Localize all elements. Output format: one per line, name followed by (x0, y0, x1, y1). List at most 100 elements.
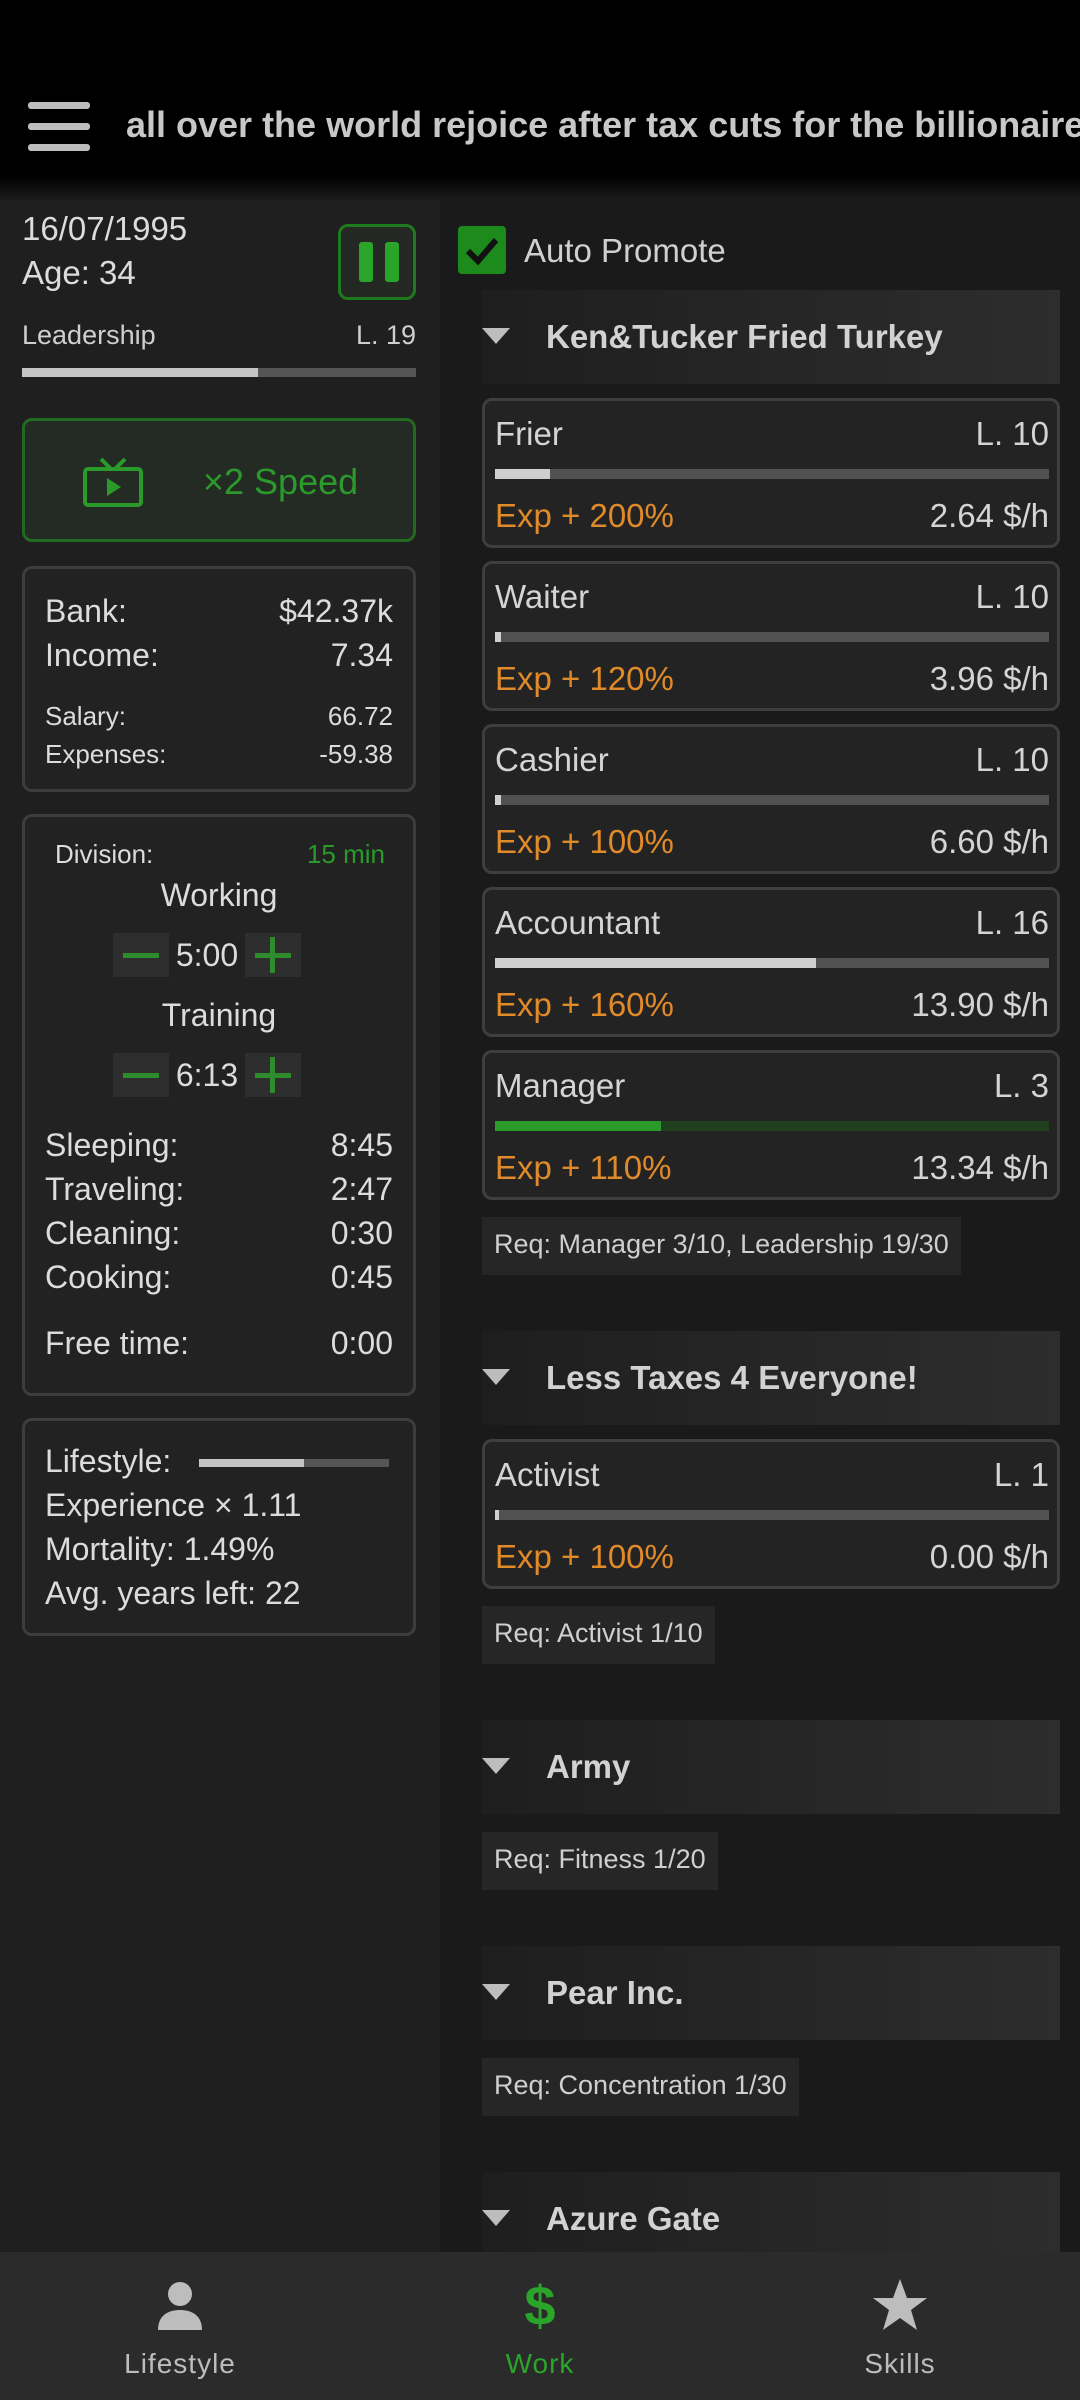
income-label: Income: (45, 637, 159, 673)
division-label: Division: (55, 839, 154, 869)
job-name: Frier (495, 415, 563, 452)
company-name: Ken&Tucker Fried Turkey (546, 318, 943, 355)
auto-promote-checkbox[interactable] (458, 226, 506, 274)
job-card[interactable]: Waiter L. 10 Exp + 120% 3.96 $/h (482, 561, 1060, 711)
lifestyle-bar-fill (199, 1459, 304, 1467)
working-label: Working (160, 877, 278, 913)
nav-skills[interactable]: Skills (720, 2252, 1080, 2400)
finance-card: Bank: $42.37k Income: 7.34 Salary: 66.72… (22, 566, 416, 792)
company-requirement: Req: Manager 3/10, Leadership 19/30 (482, 1217, 961, 1275)
skill-progress-fill (22, 368, 259, 377)
bank-label: Bank: (45, 593, 127, 629)
job-progress-fill (495, 795, 501, 805)
job-exp-bonus: Exp + 200% (495, 497, 674, 534)
free-time-row: Free time: 0:00 (45, 1325, 393, 1362)
job-name: Waiter (495, 578, 590, 615)
job-progress-bar (495, 632, 1049, 642)
skill-progress-bar (22, 368, 416, 377)
free-time-value: 0:00 (330, 1325, 393, 1361)
training-label: Training (161, 997, 277, 1033)
collapse-triangle-icon (482, 1369, 510, 1385)
sleeping-row: Sleeping: 8:45 (45, 1127, 393, 1164)
job-progress-bar (495, 469, 1049, 479)
schedule-card: Division: 15 min Working 5:00 Training 6… (22, 814, 416, 1396)
working-stepper: 5:00 (113, 933, 301, 977)
company-requirement: Req: Concentration 1/30 (482, 2058, 799, 2116)
pause-button[interactable] (338, 224, 416, 300)
job-card[interactable]: Accountant L. 16 Exp + 160% 13.90 $/h (482, 887, 1060, 1037)
speed-label: ×2 Speed (203, 461, 359, 502)
salary-value: 66.72 (327, 701, 393, 731)
company-name: Pear Inc. (546, 1974, 684, 2011)
job-pay-rate: 3.96 $/h (929, 660, 1049, 697)
experience-multiplier: Experience × 1.11 (45, 1487, 302, 1523)
training-stepper: 6:13 (113, 1053, 301, 1097)
mortality: Mortality: 1.49% (45, 1531, 275, 1567)
collapse-triangle-icon (482, 328, 510, 344)
collapse-triangle-icon (482, 2210, 510, 2226)
traveling-value: 2:47 (330, 1171, 393, 1207)
traveling-row: Traveling: 2:47 (45, 1171, 393, 1208)
expenses-value: -59.38 (319, 739, 393, 769)
job-exp-bonus: Exp + 100% (495, 1538, 674, 1575)
training-decrease-button[interactable] (113, 1053, 169, 1097)
company-requirement: Req: Fitness 1/20 (482, 1832, 718, 1890)
sleeping-label: Sleeping: (45, 1127, 179, 1163)
auto-promote-label: Auto Promote (524, 232, 726, 269)
free-time-label: Free time: (45, 1325, 190, 1361)
nav-lifestyle[interactable]: Lifestyle (0, 2252, 360, 2400)
job-card[interactable]: Activist L. 1 Exp + 100% 0.00 $/h (482, 1439, 1060, 1589)
double-speed-button[interactable]: ×2 Speed (22, 418, 416, 542)
company-name: Army (546, 1748, 631, 1785)
job-card[interactable]: Frier L. 10 Exp + 200% 2.64 $/h (482, 398, 1060, 548)
job-pay-rate: 6.60 $/h (929, 823, 1049, 860)
top-bar-shadow (0, 176, 1080, 200)
company-name: Less Taxes 4 Everyone! (546, 1359, 918, 1396)
lifestyle-label: Lifestyle: (45, 1443, 172, 1479)
job-card[interactable]: Cashier L. 10 Exp + 100% 6.60 $/h (482, 724, 1060, 874)
cleaning-row: Cleaning: 0:30 (45, 1215, 393, 1252)
working-increase-button[interactable] (245, 933, 301, 977)
division-value: 15 min (306, 839, 385, 869)
job-progress-bar (495, 1121, 1049, 1131)
lifestyle-card: Lifestyle: Experience × 1.11 Mortality: … (22, 1418, 416, 1636)
company-header[interactable]: Less Taxes 4 Everyone! (482, 1331, 1060, 1425)
company-header[interactable]: Ken&Tucker Fried Turkey (482, 290, 1060, 384)
job-level: L. 10 (975, 741, 1049, 778)
job-progress-fill (495, 632, 501, 642)
cleaning-value: 0:30 (330, 1215, 393, 1251)
dollar-icon: $ (524, 2274, 556, 2337)
training-increase-button[interactable] (245, 1053, 301, 1097)
nav-work[interactable]: $ Work (360, 2252, 720, 2400)
job-card[interactable]: Manager L. 3 Exp + 110% 13.34 $/h (482, 1050, 1060, 1200)
star-icon (873, 2279, 927, 2330)
division-row: Division: 15 min (55, 839, 385, 870)
bottom-navigation: Lifestyle $ Work Skills (0, 2252, 1080, 2400)
job-level: L. 10 (975, 578, 1049, 615)
years-left: Avg. years left: 22 (45, 1575, 301, 1611)
bank-row: Bank: $42.37k (45, 593, 393, 630)
pause-icon (359, 242, 373, 282)
bank-value: $42.37k (279, 593, 393, 629)
job-progress-fill (495, 958, 817, 968)
job-level: L. 16 (975, 904, 1049, 941)
person-icon (158, 2282, 202, 2330)
job-name: Activist (495, 1456, 600, 1493)
salary-label: Salary: (45, 701, 126, 731)
collapse-triangle-icon (482, 1758, 510, 1774)
job-level: L. 3 (993, 1067, 1049, 1104)
company-header[interactable]: Army (482, 1720, 1060, 1814)
sleeping-value: 8:45 (330, 1127, 393, 1163)
working-decrease-button[interactable] (113, 933, 169, 977)
job-name: Accountant (495, 904, 661, 941)
nav-work-label: Work (505, 2348, 575, 2379)
nav-skills-label: Skills (864, 2348, 936, 2379)
check-icon (465, 238, 499, 266)
job-progress-fill (495, 1510, 500, 1520)
job-exp-bonus: Exp + 110% (495, 1149, 672, 1186)
company-header[interactable]: Pear Inc. (482, 1946, 1060, 2040)
cooking-value: 0:45 (330, 1259, 393, 1295)
menu-icon[interactable] (28, 102, 90, 152)
company-name: Azure Gate (546, 2200, 721, 2237)
job-name: Cashier (495, 741, 609, 778)
